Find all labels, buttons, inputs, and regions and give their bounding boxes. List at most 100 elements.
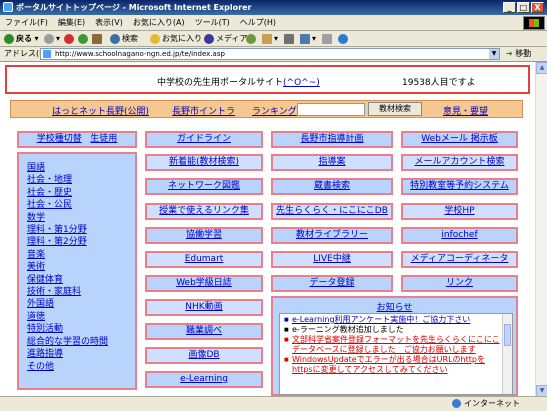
material-search-button[interactable]: 教材検索 xyxy=(368,102,422,116)
go-button[interactable]: ➜ 移動 xyxy=(506,47,531,61)
nav-hatnet-link[interactable]: はっとネット長野(公開) xyxy=(52,104,149,117)
stop-button[interactable] xyxy=(64,31,76,47)
live-stream-link[interactable]: LIVE中継 xyxy=(313,254,351,264)
menu-tools[interactable]: ツール(T) xyxy=(190,15,235,31)
scroll-up-icon[interactable]: ▲ xyxy=(536,62,547,74)
subject-link[interactable]: 社会・公民 xyxy=(27,199,135,211)
page-scrollbar[interactable]: ▲ ▼ xyxy=(535,62,547,396)
print-icon xyxy=(284,33,294,44)
news-scrollbar[interactable] xyxy=(502,314,512,394)
messenger-button[interactable] xyxy=(338,31,350,47)
e-learning-link[interactable]: e-Learning xyxy=(180,374,228,384)
maximize-button[interactable]: □ xyxy=(517,2,530,13)
col2-box: 授業で使えるリンク集 xyxy=(145,203,263,220)
address-input[interactable]: http://www.schoolnagano-ngn.ed.jp/te/ind… xyxy=(40,48,500,60)
menu-view[interactable]: 表示(V) xyxy=(90,15,128,31)
material-library-link[interactable]: 教材ライブラリー xyxy=(296,230,368,240)
col2-box: 協働学習 xyxy=(145,227,263,244)
print-button[interactable] xyxy=(284,31,296,47)
teaching-plan-link[interactable]: 長野市指導計画 xyxy=(300,134,363,144)
menu-file[interactable]: ファイル(F) xyxy=(0,15,53,31)
new-materials-link[interactable]: 新着能(教材検索) xyxy=(169,157,239,167)
subject-link[interactable]: 保健体育 xyxy=(27,274,135,286)
edumart-link[interactable]: Edumart xyxy=(185,254,224,264)
nav-feedback-link[interactable]: 意見・要望 xyxy=(443,104,488,117)
subject-link[interactable]: 音楽 xyxy=(27,249,135,261)
subject-link[interactable]: 外国語 xyxy=(27,298,135,310)
subject-link[interactable]: 技術・家庭科 xyxy=(27,286,135,298)
guideline-link[interactable]: ガイドライン xyxy=(177,134,231,144)
col3-box: 指導案 xyxy=(271,154,393,171)
search-button[interactable]: 検索 xyxy=(110,31,138,47)
col2-box: e-Learning xyxy=(145,371,263,388)
media-button[interactable]: メディア xyxy=(204,31,247,47)
news-item[interactable]: WindowsUpdateでエラーが出る場合はURLのhttpをhttpsに変更… xyxy=(284,355,500,375)
forward-button[interactable]: ▾ xyxy=(44,31,60,47)
class-links-link[interactable]: 授業で使えるリンク集 xyxy=(159,206,249,216)
home-button[interactable] xyxy=(92,31,104,47)
col2-box: Web学級日誌 xyxy=(145,275,263,292)
nhk-video-link[interactable]: NHK動画 xyxy=(185,302,222,312)
room-reservation-link[interactable]: 特別教室等予約システム xyxy=(410,181,509,191)
subject-link[interactable]: 社会・地理 xyxy=(27,174,135,186)
back-arrow-icon xyxy=(4,33,14,44)
col3-box: 長野市指導計画 xyxy=(271,131,393,148)
back-button[interactable]: 戻る ▾ xyxy=(4,31,39,47)
infochef-link[interactable]: infochef xyxy=(441,230,477,240)
menu-favorites[interactable]: お気に入り(A) xyxy=(128,15,190,31)
school-type-switch-link[interactable]: 学校種切替 xyxy=(37,134,82,144)
subject-link[interactable]: 社会・歴史 xyxy=(27,187,135,199)
subject-link[interactable]: 特別活動 xyxy=(27,323,135,335)
subject-link[interactable]: 理科・第2分野 xyxy=(27,236,135,248)
close-button[interactable]: X xyxy=(531,2,544,13)
menu-edit[interactable]: 編集(E) xyxy=(53,15,90,31)
library-search-link[interactable]: 蔵書検索 xyxy=(314,181,350,191)
student-link[interactable]: 生徒用 xyxy=(90,134,117,144)
teacher-db-link[interactable]: 先生らくらく・にこにこDB xyxy=(276,206,388,216)
scroll-down-icon[interactable]: ▼ xyxy=(536,385,547,396)
subject-link[interactable]: 道徳 xyxy=(27,311,135,323)
mail-button[interactable]: ▾ xyxy=(262,31,278,47)
subject-link[interactable]: 国語 xyxy=(27,162,135,174)
address-dropdown-icon[interactable]: ▼ xyxy=(489,49,499,59)
menu-help[interactable]: ヘルプ(H) xyxy=(235,15,281,31)
col4-box: infochef xyxy=(401,227,518,244)
job-research-link[interactable]: 職業調べ xyxy=(186,326,222,336)
material-search-input[interactable] xyxy=(297,103,365,116)
lesson-plan-link[interactable]: 指導案 xyxy=(318,157,345,167)
refresh-button[interactable] xyxy=(78,31,90,47)
links-link[interactable]: リンク xyxy=(446,278,473,288)
col4-box: 学校HP xyxy=(401,203,518,220)
subject-link[interactable]: 進路指導 xyxy=(27,348,135,360)
subject-link[interactable]: その他 xyxy=(27,361,135,373)
class-diary-link[interactable]: Web学級日誌 xyxy=(176,278,232,288)
webmail-board-link[interactable]: Webメール 掲示板 xyxy=(421,134,497,144)
favorites-button[interactable]: お気に入り xyxy=(150,31,202,47)
nav-ranking-link[interactable]: ランキング xyxy=(252,104,297,117)
media-coordinator-link[interactable]: メディアコーディネータ xyxy=(411,254,509,264)
nav-intra-link[interactable]: 長野市イントラ xyxy=(172,104,235,117)
news-item[interactable]: 文部科学省案件登録フォーマットを先生らくらくにこにこデータベースに登録しました … xyxy=(284,335,500,355)
school-hp-link[interactable]: 学校HP xyxy=(444,206,474,216)
news-scroll-thumb[interactable] xyxy=(504,324,511,346)
history-button[interactable] xyxy=(246,31,258,47)
collaborative-learning-link[interactable]: 協働学習 xyxy=(186,230,222,240)
edit-button[interactable]: ▾ xyxy=(300,31,316,47)
col2-box: ネットワーク図鑑 xyxy=(145,178,263,195)
subject-link[interactable]: 理科・第1分野 xyxy=(27,224,135,236)
mail-account-search-link[interactable]: メールアカウント検索 xyxy=(414,157,504,167)
subject-link[interactable]: 総合的な学習の時間 xyxy=(27,336,135,348)
col2-box: ガイドライン xyxy=(145,131,263,148)
news-title[interactable]: お知らせ xyxy=(273,300,516,313)
data-registration-link[interactable]: データ登録 xyxy=(309,278,354,288)
messenger-icon xyxy=(338,33,348,44)
network-guide-link[interactable]: ネットワーク図鑑 xyxy=(168,181,240,191)
face-link[interactable]: (^O^~) xyxy=(283,78,320,88)
subject-link[interactable]: 美術 xyxy=(27,261,135,273)
image-db-link[interactable]: 画像DB xyxy=(188,350,219,360)
news-item[interactable]: e-Learning利用アンケート実施中！ご協力下さい xyxy=(284,315,500,325)
col3-box: 教材ライブラリー xyxy=(271,227,393,244)
minimize-button[interactable]: _ xyxy=(503,2,516,13)
subject-link[interactable]: 数学 xyxy=(27,212,135,224)
discuss-button[interactable] xyxy=(322,31,334,47)
